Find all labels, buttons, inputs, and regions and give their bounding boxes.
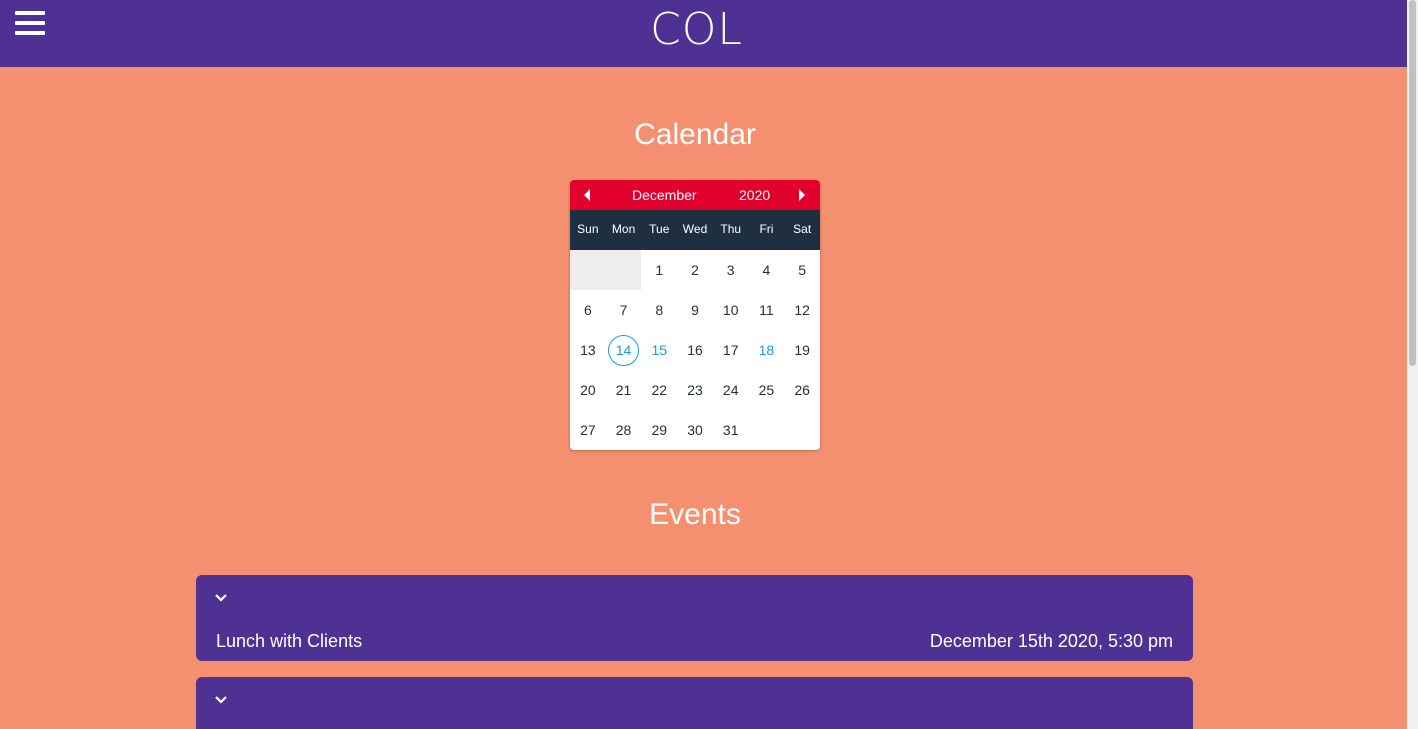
event-date: December 15th 2020, 5:30 pm xyxy=(929,631,1173,651)
calendar-header: December 2020 xyxy=(570,180,820,210)
calendar-day[interactable]: 5 xyxy=(784,250,820,290)
calendar-day[interactable]: 20 xyxy=(570,370,606,410)
calendar-widget: December 2020 Sun Mon Tue Wed Thu Fri Sa… xyxy=(570,180,820,450)
calendar-day[interactable]: 11 xyxy=(749,290,785,330)
calendar-day[interactable]: 10 xyxy=(713,290,749,330)
calendar-empty-cell xyxy=(570,250,606,290)
calendar-day[interactable]: 29 xyxy=(641,410,677,450)
weekday-label: Thu xyxy=(720,222,742,236)
event-name: Lunch with Clients xyxy=(216,631,363,651)
calendar-day-label: 2 xyxy=(691,262,699,278)
calendar-day-label: 9 xyxy=(691,302,699,318)
app-title: COL xyxy=(650,4,743,55)
calendar-days-grid: 1 2 3 4 5 6 7 8 9 10 11 12 13 14 15 16 17 18 19 20 21 22 23 24 2… xyxy=(570,250,820,450)
weekday-label: Tue xyxy=(649,222,670,236)
calendar-day-label: 25 xyxy=(758,382,775,398)
calendar-day[interactable]: 21 xyxy=(606,370,642,410)
calendar-day-label: 11 xyxy=(759,302,774,318)
chevron-down-icon[interactable] xyxy=(213,694,229,706)
calendar-day-label: 22 xyxy=(651,382,668,398)
calendar-day[interactable]: 13 xyxy=(570,330,606,370)
calendar-day[interactable]: 23 xyxy=(677,370,713,410)
next-month-icon[interactable] xyxy=(799,189,805,201)
event-card[interactable] xyxy=(196,677,1193,729)
scrollbar-thumb[interactable] xyxy=(1409,0,1416,366)
calendar-day-label: 30 xyxy=(687,422,703,438)
calendar-day[interactable]: 17 xyxy=(713,330,749,370)
calendar-day[interactable]: 30 xyxy=(677,410,713,450)
calendar-day-event[interactable]: 18 xyxy=(749,330,785,370)
calendar-day[interactable]: 3 xyxy=(713,250,749,290)
scrollbar[interactable] xyxy=(1407,0,1418,729)
calendar-day[interactable]: 12 xyxy=(784,290,820,330)
event-card[interactable]: Lunch with Clients December 15th 2020, 5… xyxy=(196,575,1193,661)
calendar-day-label: 24 xyxy=(722,382,739,398)
calendar-day-label: 5 xyxy=(798,262,807,278)
calendar-day-label: 13 xyxy=(580,342,596,358)
calendar-day[interactable]: 22 xyxy=(641,370,677,410)
previous-month-icon[interactable] xyxy=(584,189,590,201)
calendar-year[interactable]: 2020 xyxy=(739,187,770,203)
calendar-month[interactable]: December xyxy=(632,187,697,203)
calendar-day[interactable]: 19 xyxy=(784,330,820,370)
calendar-day-label: 14 xyxy=(608,334,640,366)
events-heading: Events xyxy=(649,498,741,531)
top-bar: COL xyxy=(0,0,1407,67)
calendar-day-label: 18 xyxy=(758,342,775,358)
weekday-label: Fri xyxy=(759,222,774,236)
calendar-day-label: 15 xyxy=(651,342,668,358)
weekday-header: Sun Mon Tue Wed Thu Fri Sat xyxy=(570,210,820,250)
calendar-heading: Calendar xyxy=(634,118,756,151)
calendar-day-label: 1 xyxy=(655,262,664,278)
calendar-day-label: 4 xyxy=(762,262,771,278)
weekday-label: Mon xyxy=(611,222,636,236)
weekday-label: Wed xyxy=(682,222,708,236)
calendar-day-today[interactable]: 14 xyxy=(606,330,642,370)
calendar-day[interactable]: 16 xyxy=(677,330,713,370)
calendar-day[interactable]: 24 xyxy=(713,370,749,410)
calendar-day[interactable]: 6 xyxy=(570,290,606,330)
calendar-day-label: 19 xyxy=(794,342,810,358)
calendar-day[interactable]: 27 xyxy=(570,410,606,450)
calendar-day-event[interactable]: 15 xyxy=(641,330,677,370)
calendar-day[interactable]: 26 xyxy=(784,370,820,410)
weekday-label: Sat xyxy=(793,222,812,236)
calendar-day-label: 17 xyxy=(722,342,739,358)
calendar-day-label: 26 xyxy=(794,382,810,398)
calendar-day-label: 10 xyxy=(722,302,739,318)
calendar-day[interactable]: 31 xyxy=(713,410,749,450)
calendar-day-label: 21 xyxy=(615,382,632,398)
calendar-day-label: 29 xyxy=(651,422,668,438)
calendar-day[interactable]: 28 xyxy=(606,410,642,450)
calendar-day-label: 28 xyxy=(615,422,632,438)
calendar-day-label: 27 xyxy=(580,422,596,438)
calendar-day[interactable]: 4 xyxy=(749,250,785,290)
calendar-day-label: 7 xyxy=(619,302,628,318)
calendar-day[interactable]: 8 xyxy=(641,290,677,330)
calendar-day[interactable]: 2 xyxy=(677,250,713,290)
calendar-day-label: 3 xyxy=(726,262,735,278)
calendar-day[interactable]: 1 xyxy=(641,250,677,290)
calendar-day[interactable]: 25 xyxy=(749,370,785,410)
calendar-day-label: 12 xyxy=(794,302,810,318)
calendar-day[interactable]: 9 xyxy=(677,290,713,330)
weekday-label: Sun xyxy=(577,222,599,236)
calendar-day-label: 23 xyxy=(687,382,703,398)
calendar-day-label: 20 xyxy=(580,382,596,398)
calendar-day-label: 8 xyxy=(655,302,664,318)
calendar-day-label: 31 xyxy=(722,422,739,438)
calendar-empty-cell xyxy=(605,250,642,290)
calendar-day-label: 16 xyxy=(687,342,703,358)
chevron-down-icon[interactable] xyxy=(213,592,229,604)
calendar-day[interactable]: 7 xyxy=(606,290,642,330)
calendar-day-label: 6 xyxy=(583,302,592,318)
